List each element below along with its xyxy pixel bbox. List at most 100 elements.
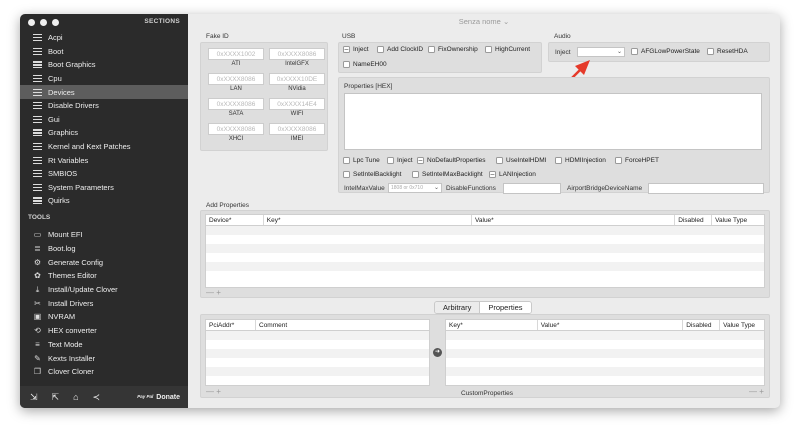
useintelhdmi-checkbox[interactable]: UseIntelHDMI xyxy=(496,157,546,164)
table-row[interactable] xyxy=(206,271,764,280)
sidebar-item-rt-variables[interactable]: Rt Variables xyxy=(20,153,188,167)
column-header-disabled[interactable]: Disabled xyxy=(675,215,713,225)
column-header-pciaddr[interactable]: PciAddr* xyxy=(206,320,256,330)
add-remove-buttons[interactable]: — + xyxy=(206,288,221,297)
tool-item-kexts-installer[interactable]: ✎ Kexts Installer xyxy=(20,351,188,365)
pci-table[interactable]: PciAddr* Comment xyxy=(205,319,430,386)
fakeid-wifi-input[interactable]: 0xXXXX14E4 xyxy=(269,98,325,110)
lpc-tune-checkbox[interactable]: Lpc Tune xyxy=(343,157,380,164)
tool-item-hex-converter[interactable]: ⟲ HEX converter xyxy=(20,324,188,338)
tool-item-nvram[interactable]: ▣ NVRAM xyxy=(20,310,188,324)
share-icon[interactable]: ≺ xyxy=(93,392,101,403)
tool-item-themes-editor[interactable]: ✿ Themes Editor xyxy=(20,269,188,283)
fakeid-xhci-input[interactable]: 0xXXXX8086 xyxy=(208,123,264,135)
sidebar-item-system-parameters[interactable]: System Parameters xyxy=(20,181,188,195)
sidebar-item-quirks[interactable]: Quirks xyxy=(20,194,188,208)
table-row[interactable] xyxy=(206,235,764,244)
sidebar-item-boot[interactable]: Boot xyxy=(20,45,188,59)
fakeid-intelgfx-input[interactable]: 0xXXXX8086 xyxy=(269,48,325,60)
afglowpowerstate-checkbox[interactable]: AFGLowPowerState xyxy=(631,48,700,55)
column-header-comment[interactable]: Comment xyxy=(256,320,429,330)
table-row[interactable] xyxy=(206,340,429,349)
sidebar-item-devices[interactable]: Devices xyxy=(20,85,188,99)
sidebar-item-cpu[interactable]: Cpu xyxy=(20,72,188,86)
usb-nameeh00-checkbox[interactable]: NameEH00 xyxy=(343,61,387,68)
sidebar-item-acpi[interactable]: Acpi xyxy=(20,31,188,45)
table-row[interactable] xyxy=(206,262,764,271)
column-header-device[interactable]: Device* xyxy=(206,215,264,225)
sidebar-item-boot-graphics[interactable]: Boot Graphics xyxy=(20,58,188,72)
airportbridge-input[interactable] xyxy=(648,183,764,194)
pci-add-remove-buttons[interactable]: — + xyxy=(206,387,221,396)
tool-item-boot-log[interactable]: ≣ Boot.log xyxy=(20,242,188,256)
table-row[interactable] xyxy=(206,358,429,367)
column-header-key[interactable]: Key* xyxy=(446,320,538,330)
usb-highcurrent-checkbox[interactable]: HighCurrent xyxy=(485,46,530,53)
table-row[interactable] xyxy=(206,376,429,385)
tool-item-mount-efi[interactable]: ▭ Mount EFI xyxy=(20,228,188,242)
export-icon[interactable]: ⇱ xyxy=(52,392,60,403)
column-header-value[interactable]: Value* xyxy=(472,215,676,225)
disablefunctions-input[interactable] xyxy=(503,183,561,194)
donate-button[interactable]: Pay Pal Donate xyxy=(137,394,180,401)
tool-item-install-update-clover[interactable]: ⤓ Install/Update Clover xyxy=(20,283,188,297)
home-icon[interactable]: ⌂ xyxy=(73,392,78,402)
sidebar-item-label: Kernel and Kext Patches xyxy=(48,142,131,152)
table-row[interactable] xyxy=(446,376,764,385)
setintelbacklight-checkbox[interactable]: SetIntelBacklight xyxy=(343,171,401,178)
fakeid-sata-input[interactable]: 0xXXXX8086 xyxy=(208,98,264,110)
table-row[interactable] xyxy=(206,367,429,376)
sidebar-item-smbios[interactable]: SMBIOS xyxy=(20,167,188,181)
tool-item-install-drivers[interactable]: ✂ Install Drivers xyxy=(20,297,188,311)
custom-add-remove-buttons[interactable]: — + xyxy=(749,387,764,396)
arrow-right-circle-icon[interactable]: ➜ xyxy=(433,348,442,357)
table-row[interactable] xyxy=(206,253,764,262)
sidebar-item-disable-drivers[interactable]: Disable Drivers xyxy=(20,99,188,113)
column-header-value-type[interactable]: Value Type xyxy=(720,320,764,330)
fakeid-lan-input[interactable]: 0xXXXX8086 xyxy=(208,73,264,85)
tool-item-generate-config[interactable]: ⚙ Generate Config xyxy=(20,255,188,269)
column-header-value-type[interactable]: Value Type xyxy=(712,215,764,225)
arbitrary-properties-tabs[interactable]: Arbitrary Properties xyxy=(434,301,532,314)
sidebar-item-kernel-and-kext-patches[interactable]: Kernel and Kext Patches xyxy=(20,140,188,154)
tab-properties[interactable]: Properties xyxy=(480,302,531,313)
laninjection-checkbox[interactable]: – LANInjection xyxy=(489,171,536,178)
add-properties-table[interactable]: Device* Key* Value* Disabled Value Type xyxy=(205,214,765,288)
properties-inject-checkbox[interactable]: Inject xyxy=(387,157,413,164)
usb-fixownership-checkbox[interactable]: FixOwnership xyxy=(428,46,478,53)
import-icon[interactable]: ⇲ xyxy=(30,392,38,403)
fakeid-nvidia-input[interactable]: 0xXXXX10DE xyxy=(269,73,325,85)
forcehpet-checkbox[interactable]: ForceHPET xyxy=(615,157,659,164)
table-row[interactable] xyxy=(446,358,764,367)
usb-add-clockid-checkbox[interactable]: Add ClockID xyxy=(377,46,423,53)
list-icon xyxy=(33,75,42,83)
tool-item-text-mode[interactable]: ≡ Text Mode xyxy=(20,338,188,352)
table-row[interactable] xyxy=(446,367,764,376)
column-header-value[interactable]: Value* xyxy=(538,320,684,330)
chevron-down-icon: ⌄ xyxy=(616,49,622,55)
tab-arbitrary[interactable]: Arbitrary xyxy=(435,302,481,313)
table-row[interactable] xyxy=(446,340,764,349)
column-header-key[interactable]: Key* xyxy=(264,215,473,225)
properties-hex-textarea[interactable] xyxy=(344,93,762,150)
chevron-down-icon[interactable]: ⌄ xyxy=(503,17,509,26)
table-row[interactable] xyxy=(206,349,429,358)
fakeid-ati-input[interactable]: 0xXXXX1002 xyxy=(208,48,264,60)
table-row[interactable] xyxy=(446,331,764,340)
sidebar-item-graphics[interactable]: Graphics xyxy=(20,126,188,140)
hdmiinjection-checkbox[interactable]: HDMIInjection xyxy=(555,157,606,164)
table-row[interactable] xyxy=(206,331,429,340)
table-row[interactable] xyxy=(206,226,764,235)
nodefaultproperties-checkbox[interactable]: – NoDefaultProperties xyxy=(417,157,486,164)
usb-inject-checkbox[interactable]: – Inject xyxy=(343,46,369,53)
tool-item-clover-cloner[interactable]: ❐ Clover Cloner xyxy=(20,365,188,379)
sidebar-item-gui[interactable]: Gui xyxy=(20,113,188,127)
custom-properties-table[interactable]: Key* Value* Disabled Value Type xyxy=(445,319,765,386)
column-header-disabled[interactable]: Disabled xyxy=(683,320,721,330)
table-row[interactable] xyxy=(206,244,764,253)
fakeid-imei-input[interactable]: 0xXXXX8086 xyxy=(269,123,325,135)
resethda-checkbox[interactable]: ResetHDA xyxy=(707,48,748,55)
intelmaxvalue-select[interactable]: 1808 or 0x710 ⌄ xyxy=(388,183,442,193)
setintelmaxbacklight-checkbox[interactable]: SetIntelMaxBacklight xyxy=(412,171,483,178)
table-row[interactable] xyxy=(446,349,764,358)
